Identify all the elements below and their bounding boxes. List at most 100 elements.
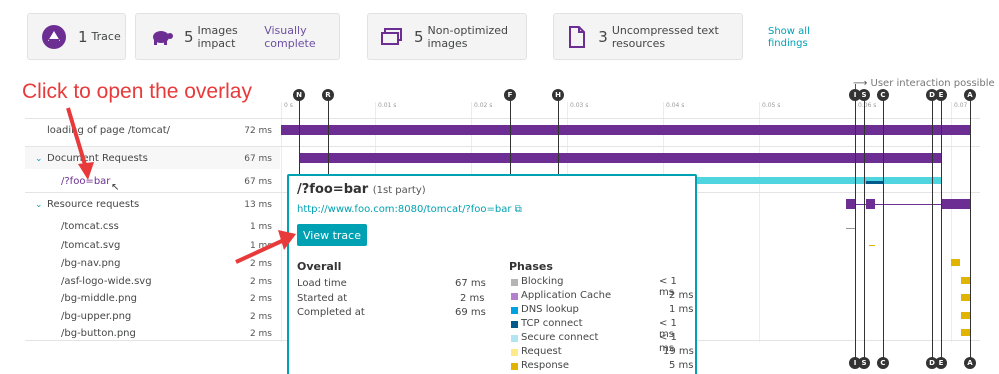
bar-page-load[interactable] — [281, 125, 971, 135]
bar-document-requests[interactable] — [300, 153, 942, 163]
phase-label: Response — [521, 360, 570, 371]
marker-e[interactable]: E — [935, 357, 947, 369]
phase-value: 2 ms — [669, 290, 694, 301]
row-label: /bg-middle.png — [61, 293, 138, 304]
user-interaction-label: ⟶ User interaction possible — [853, 78, 995, 89]
marker-r[interactable]: R — [322, 89, 334, 101]
request-details-overlay[interactable]: /?foo=bar (1st party) http://www.foo.com… — [287, 174, 697, 374]
row-resource[interactable]: /bg-button.png 2 ms — [25, 323, 280, 344]
phase-value: 19 ms — [663, 346, 694, 357]
row-label: /tomcat.svg — [61, 240, 121, 251]
axis-tick: 0.07 — [954, 102, 968, 109]
images-impact-label: Images impact — [197, 23, 238, 50]
row-duration: 2 ms — [249, 276, 272, 287]
phase-swatch — [511, 321, 518, 328]
phase-label: TCP connect — [521, 318, 583, 329]
view-trace-button[interactable]: View trace — [297, 224, 367, 246]
annotation-text: Click to open the overlay — [22, 80, 252, 103]
axis-tick: 0.05 s — [762, 102, 781, 109]
row-duration: 67 ms — [244, 176, 272, 187]
overall-value: 2 ms — [460, 293, 485, 304]
phase-swatch — [511, 349, 518, 356]
marker-s[interactable]: S — [858, 89, 870, 101]
marker-c[interactable]: C — [877, 357, 889, 369]
bar-resource[interactable] — [961, 329, 970, 336]
row-label: /bg-nav.png — [61, 258, 121, 269]
marker-a[interactable]: A — [964, 89, 976, 101]
images-impact-count: 5 — [184, 27, 194, 46]
bar-foo-bar[interactable] — [690, 177, 942, 184]
phases-heading: Phases — [509, 260, 553, 273]
phase-label: Request — [521, 346, 562, 357]
trace-logo-icon — [40, 23, 68, 51]
phase-label: Blocking — [521, 276, 564, 287]
bar-resource[interactable] — [951, 259, 960, 266]
row-duration: 2 ms — [249, 293, 272, 304]
images-impact-card[interactable]: 5 Images impact Visually complete — [135, 13, 340, 60]
bar-resource-requests[interactable] — [942, 199, 971, 209]
row-duration: 67 ms — [244, 153, 272, 164]
overall-label: Load time — [297, 278, 347, 289]
non-optimized-images-card[interactable]: 5 Non-optimized images — [367, 13, 527, 60]
overlay-party: (1st party) — [372, 185, 426, 196]
overall-value: 69 ms — [455, 307, 486, 318]
axis-tick: 0.04 s — [666, 102, 685, 109]
axis-tick: 0.03 s — [570, 102, 589, 109]
overlay-url-link[interactable]: http://www.foo.com:8080/tomcat/?foo=bar … — [297, 204, 522, 215]
annotation-arrow-icon — [235, 230, 296, 264]
images-stack-icon — [380, 23, 404, 51]
marker-c[interactable]: C — [877, 89, 889, 101]
axis-tick: 0.02 s — [474, 102, 493, 109]
document-icon — [566, 23, 588, 51]
bar-resource[interactable] — [961, 294, 970, 301]
axis-tick: 0 s — [284, 102, 293, 109]
overall-heading: Overall — [297, 260, 342, 273]
marker-f[interactable]: F — [504, 89, 516, 101]
non-optimized-count: 5 — [414, 27, 424, 46]
phase-swatch — [511, 293, 518, 300]
row-resource-requests[interactable]: ⌄ Resource requests 13 ms — [25, 193, 280, 216]
phase-label: Secure connect — [521, 332, 599, 343]
chevron-down-icon[interactable]: ⌄ — [35, 200, 43, 210]
overlay-title: /?foo=bar (1st party) — [297, 182, 426, 197]
row-duration: 13 ms — [244, 199, 272, 210]
bar-foo-bar-tcp — [866, 181, 884, 184]
row-label: /bg-button.png — [61, 328, 136, 339]
phase-label: Application Cache — [521, 290, 612, 301]
trace-card[interactable]: 1 Trace — [27, 13, 126, 60]
row-duration: 2 ms — [249, 328, 272, 339]
row-label: /asf-logo-wide.svg — [61, 276, 152, 287]
axis-tick: 0.01 s — [378, 102, 397, 109]
row-duration: 2 ms — [249, 311, 272, 322]
cursor-icon: ↖ — [111, 182, 120, 193]
non-optimized-label: Non-optimized images — [427, 23, 509, 50]
bar-resource[interactable] — [961, 312, 970, 319]
row-duration: 72 ms — [244, 125, 272, 136]
overall-label: Completed at — [297, 307, 365, 318]
phase-swatch — [511, 307, 518, 314]
show-all-findings-link[interactable]: Show all findings — [768, 26, 838, 50]
row-label: Resource requests — [47, 199, 140, 210]
overall-label: Started at — [297, 293, 348, 304]
overall-value: 67 ms — [455, 278, 486, 289]
trace-count: 1 — [78, 27, 88, 46]
marker-h[interactable]: H — [552, 89, 564, 101]
phase-value: 5 ms — [669, 360, 694, 371]
row-label: /bg-upper.png — [61, 311, 132, 322]
bar-resource[interactable] — [961, 277, 970, 284]
trace-label: Trace — [91, 30, 121, 43]
marker-s[interactable]: S — [858, 357, 870, 369]
phase-swatch — [511, 279, 518, 286]
phase-swatch — [511, 335, 518, 342]
annotation-arrow-icon — [66, 107, 94, 180]
external-link-icon[interactable]: ⧉ — [515, 204, 522, 215]
marker-n[interactable]: N — [293, 89, 305, 101]
phase-value: 1 ms — [669, 304, 694, 315]
chevron-down-icon[interactable]: ⌄ — [35, 154, 43, 164]
marker-e[interactable]: E — [935, 89, 947, 101]
visually-complete-link[interactable]: Visually complete — [264, 24, 339, 50]
turtle-icon — [148, 23, 174, 51]
marker-a[interactable]: A — [964, 357, 976, 369]
uncompressed-text-card[interactable]: 3 Uncompressed text resources — [553, 13, 743, 60]
row-label: /tomcat.css — [61, 221, 119, 232]
